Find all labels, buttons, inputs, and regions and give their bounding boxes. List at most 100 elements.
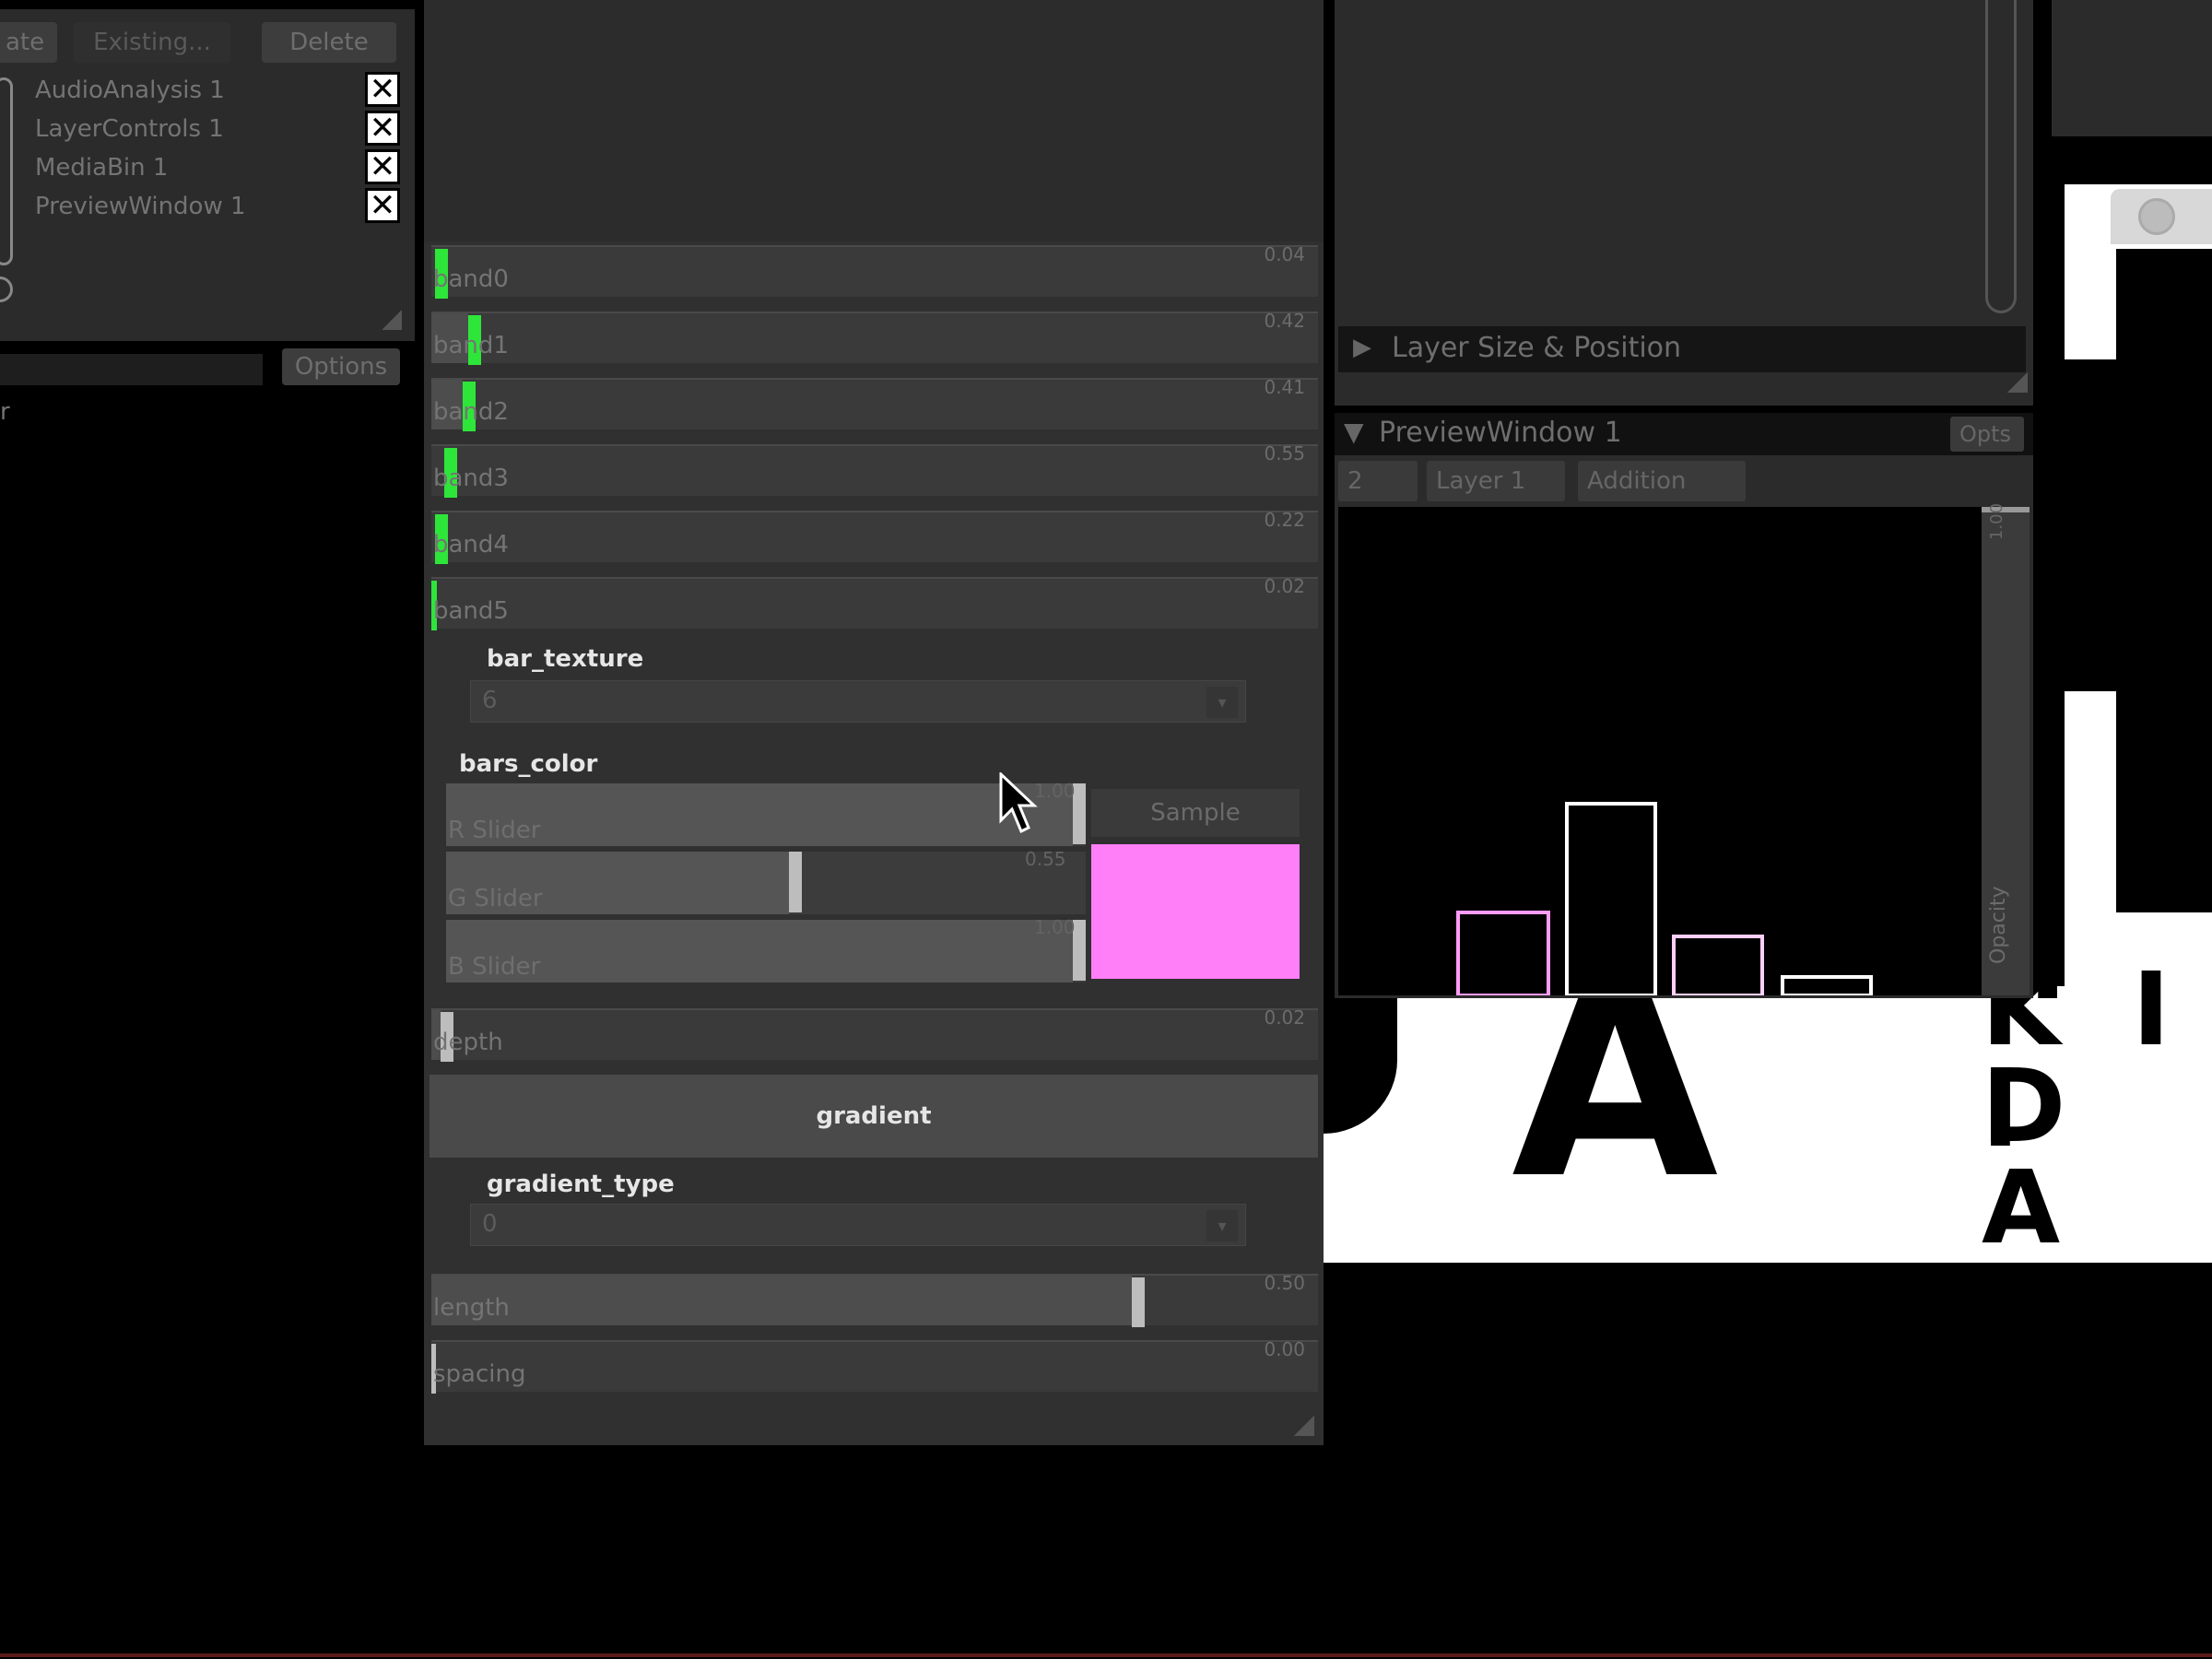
create-button[interactable]: ate (0, 22, 57, 63)
slider-label: spacing (433, 1360, 526, 1388)
gradient-label: gradient (816, 1102, 932, 1130)
dropdown-arrow-icon: ▾ (1206, 687, 1238, 718)
opts-button[interactable]: Opts (1950, 417, 2024, 452)
band1-slider[interactable]: band1 0.42 (431, 310, 1318, 365)
opacity-label: Opacity (1987, 886, 2010, 964)
band4-slider[interactable]: band4 0.22 (431, 509, 1318, 564)
depth-slider[interactable]: depth 0.02 (431, 1006, 1318, 1062)
slider-label: band0 (433, 265, 509, 293)
module-item-mediabin[interactable]: MediaBin 1 (35, 149, 168, 186)
gradient-type-dropdown[interactable]: 0 ▾ (470, 1204, 1246, 1246)
module-item-layercontrols[interactable]: LayerControls 1 (35, 111, 224, 147)
dropdown-value: 6 (482, 687, 498, 714)
remove-module-icon[interactable]: ✕ (365, 111, 400, 146)
resize-corner-icon[interactable] (2007, 372, 2028, 393)
g-slider[interactable]: G Slider 0.55 (446, 848, 1086, 914)
remove-module-icon[interactable]: ✕ (365, 149, 400, 184)
slider-label: band3 (433, 465, 509, 492)
preview-bar-2 (1672, 935, 1764, 995)
existing-button[interactable]: Existing... (74, 22, 230, 63)
dropdown-arrow-icon: ▾ (1206, 1210, 1238, 1241)
preview-bar-3 (1781, 975, 1873, 995)
resize-corner-icon[interactable] (382, 310, 402, 330)
spacing-slider[interactable]: spacing 0.00 (431, 1338, 1318, 1394)
module-item-previewwindow[interactable]: PreviewWindow 1 (35, 188, 246, 225)
slider-value: 0.02 (1264, 575, 1305, 597)
opacity-value: 1.00 (1987, 502, 2006, 540)
slider-label: G Slider (448, 885, 543, 912)
sample-button[interactable]: Sample (1091, 789, 1300, 837)
slider-label: R Slider (448, 817, 541, 844)
slider-label: depth (433, 1029, 503, 1056)
module-search-field[interactable] (0, 354, 263, 385)
length-slider[interactable]: length 0.50 (431, 1272, 1318, 1327)
side-label: r (0, 398, 10, 426)
bars-color-label: bars_color (459, 750, 598, 778)
b-slider[interactable]: B Slider 1.00 (446, 916, 1086, 982)
mouse-cursor-icon (999, 772, 1038, 834)
color-sample-swatch (1091, 844, 1300, 979)
r-slider[interactable]: R Slider 1.00 (446, 780, 1086, 846)
slider-label: band5 (433, 597, 509, 625)
band2-slider[interactable]: band2 0.41 (431, 376, 1318, 431)
layer-size-label: Layer Size & Position (1392, 332, 1682, 364)
slider-value: 0.04 (1264, 243, 1305, 265)
background-black-bar (2065, 359, 2138, 691)
layer-number-select[interactable]: 2 (1338, 461, 1418, 501)
slider-label: band4 (433, 531, 509, 559)
bg-text-line3: D A (1982, 1047, 2085, 1266)
band0-slider[interactable]: band0 0.04 (431, 243, 1318, 299)
remove-module-icon[interactable]: ✕ (365, 188, 400, 223)
band5-slider[interactable]: band5 0.02 (431, 575, 1318, 630)
slider-label: B Slider (448, 953, 541, 981)
bottom-border (0, 1653, 2212, 1657)
band3-slider[interactable]: band3 0.55 (431, 442, 1318, 498)
slider-value: 0.00 (1264, 1338, 1305, 1360)
module-label: AudioAnalysis 1 (35, 76, 225, 104)
layer-size-section[interactable]: ▶ Layer Size & Position (1338, 326, 2026, 372)
slider-knob[interactable] (789, 852, 802, 912)
resize-corner-icon[interactable] (1294, 1416, 1314, 1436)
slider-value: 0.50 (1264, 1272, 1305, 1294)
opacity-slider[interactable]: 1.00 Opacity (1982, 503, 2030, 995)
slider-value: 0.41 (1264, 376, 1305, 398)
preview-canvas (1338, 507, 1983, 995)
remove-module-icon[interactable]: ✕ (365, 72, 400, 107)
slider-value: 0.42 (1264, 310, 1305, 332)
right-top-dark-block (2052, 0, 2212, 136)
delete-button[interactable]: Delete (262, 22, 396, 63)
slider-fill (431, 1276, 1132, 1325)
gradient-type-label: gradient_type (487, 1171, 675, 1198)
module-label: MediaBin 1 (35, 154, 169, 182)
layer-scrollbar[interactable] (1985, 0, 2017, 313)
gradient-button[interactable]: gradient (429, 1075, 1318, 1158)
slider-value: 0.55 (1025, 848, 1066, 870)
slider-label: length (433, 1294, 510, 1322)
sample-label: Sample (1150, 799, 1241, 827)
expand-arrow-icon: ▶ (1353, 334, 1371, 361)
preview-bars (1456, 802, 1873, 995)
collapse-arrow-icon[interactable]: ▼ (1344, 417, 1364, 447)
window-button-icon[interactable] (2138, 198, 2175, 235)
preview-header: ▼ PreviewWindow 1 Opts (1335, 413, 2033, 455)
options-button[interactable]: Options (282, 348, 400, 385)
slider-value: 0.02 (1264, 1006, 1305, 1029)
module-label: PreviewWindow 1 (35, 193, 246, 220)
preview-bar-1 (1565, 802, 1657, 995)
slider-label: band2 (433, 398, 509, 426)
preview-title: PreviewWindow 1 (1379, 417, 1622, 449)
slider-value: 1.00 (1034, 916, 1076, 938)
layer-select[interactable]: Layer 1 (1427, 461, 1565, 501)
module-scrollbar[interactable] (0, 77, 13, 265)
slider-label: band1 (433, 332, 509, 359)
bar-texture-dropdown[interactable]: 6 ▾ (470, 680, 1246, 723)
module-label: LayerControls 1 (35, 115, 224, 143)
slider-value: 0.22 (1264, 509, 1305, 531)
module-item-audioanalysis[interactable]: AudioAnalysis 1 (35, 72, 225, 109)
slider-value: 0.55 (1264, 442, 1305, 465)
bar-texture-label: bar_texture (487, 645, 644, 673)
dropdown-value: 0 (482, 1210, 498, 1238)
slider-knob[interactable] (1132, 1277, 1145, 1327)
preview-window-panel: ▼ PreviewWindow 1 Opts 2 Layer 1 Additio… (1335, 413, 2033, 998)
blend-mode-select[interactable]: Addition (1578, 461, 1746, 501)
